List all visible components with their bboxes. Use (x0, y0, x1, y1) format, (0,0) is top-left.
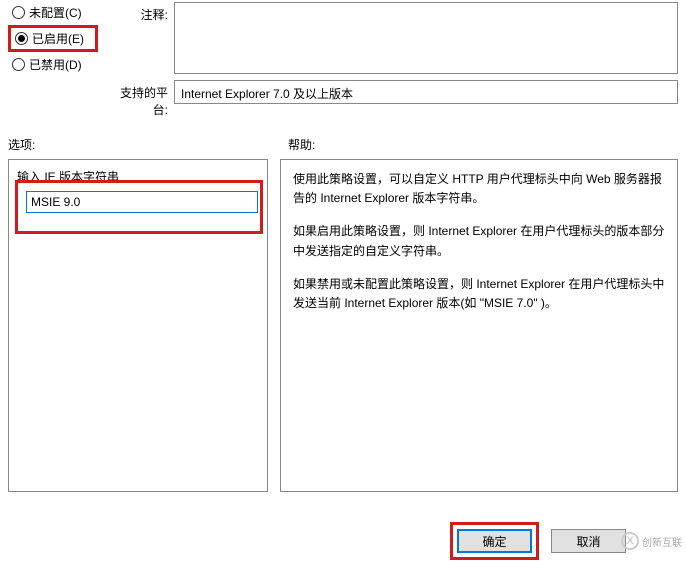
radio-label: 已禁用(D) (29, 56, 82, 73)
comment-textarea[interactable] (174, 2, 678, 74)
watermark: X 创新互联 (621, 532, 682, 550)
highlight-ok-button: 确定 (450, 522, 539, 560)
ok-button[interactable]: 确定 (457, 529, 532, 553)
radio-disabled[interactable]: 已禁用(D) (8, 54, 98, 75)
help-panel: 使用此策略设置，可以自定义 HTTP 用户代理标头中向 Web 服务器报告的 I… (280, 159, 678, 492)
radio-label: 已启用(E) (32, 30, 84, 47)
radio-icon (15, 32, 28, 45)
help-paragraph: 如果禁用或未配置此策略设置，则 Internet Explorer 在用户代理标… (293, 275, 665, 313)
button-label: 确定 (482, 533, 506, 550)
dialog-button-row: 确定 取消 (450, 522, 626, 560)
radio-icon (12, 58, 25, 71)
options-label: 选项: (8, 136, 288, 153)
watermark-icon: X (621, 532, 639, 550)
help-label: 帮助: (288, 136, 315, 153)
platform-value: Internet Explorer 7.0 及以上版本 (174, 80, 678, 104)
highlight-version-input (15, 180, 263, 234)
watermark-text: 创新互联 (642, 534, 682, 549)
radio-icon (12, 6, 25, 19)
version-string-input[interactable] (26, 191, 258, 213)
config-state-radio-group: 未配置(C) 已启用(E) 已禁用(D) (8, 2, 98, 75)
comment-label: 注释: (108, 2, 168, 23)
platform-label: 支持的平台: (108, 80, 168, 118)
options-panel: 输入 IE 版本字符串 (8, 159, 268, 492)
highlight-enabled: 已启用(E) (8, 25, 98, 52)
radio-label: 未配置(C) (29, 4, 82, 21)
cancel-button[interactable]: 取消 (551, 529, 626, 553)
radio-enabled[interactable]: 已启用(E) (11, 28, 95, 49)
help-paragraph: 使用此策略设置，可以自定义 HTTP 用户代理标头中向 Web 服务器报告的 I… (293, 170, 665, 208)
button-label: 取消 (576, 533, 600, 550)
help-paragraph: 如果启用此策略设置，则 Internet Explorer 在用户代理标头的版本… (293, 222, 665, 260)
radio-not-configured[interactable]: 未配置(C) (8, 2, 98, 23)
